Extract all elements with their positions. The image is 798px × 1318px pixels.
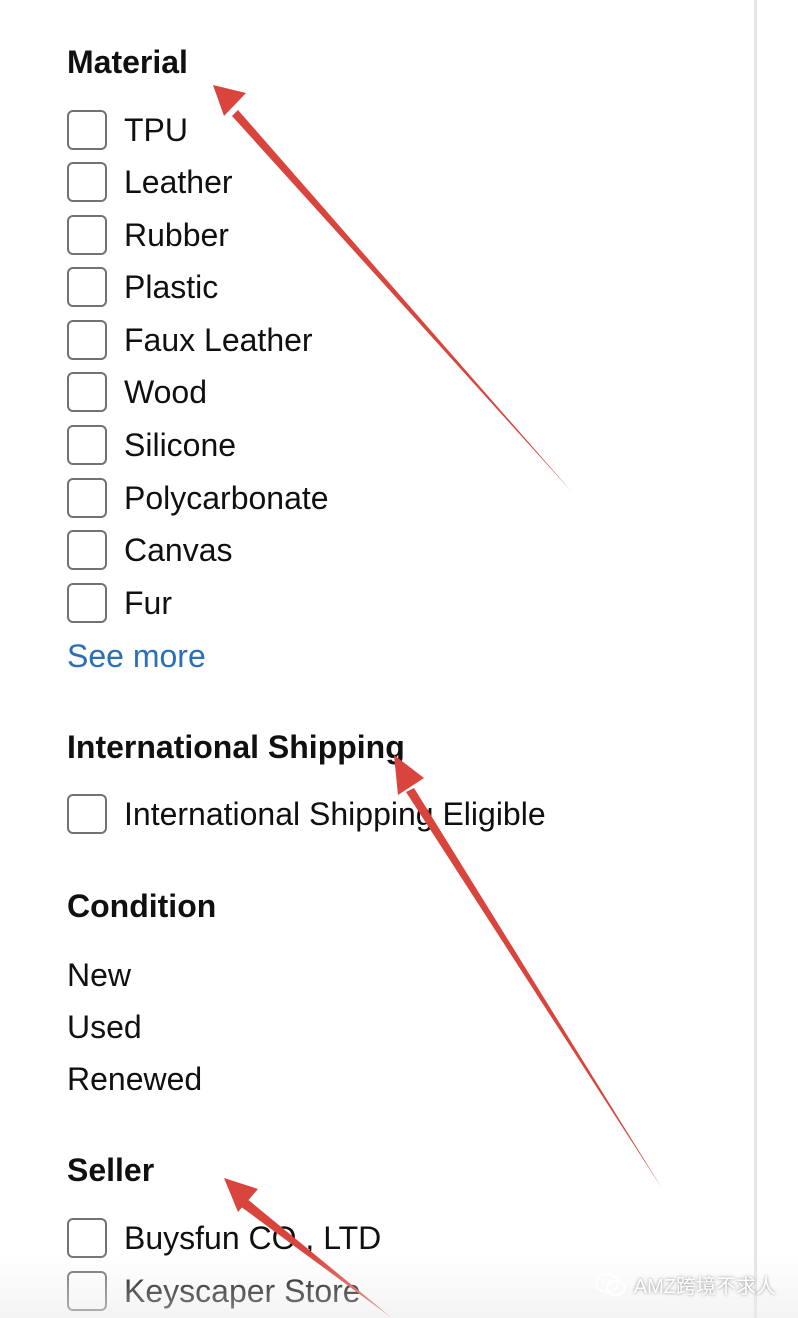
checkbox[interactable] — [67, 215, 107, 255]
option-label: Leather — [124, 164, 233, 200]
filter-option-tpu[interactable]: TPU — [67, 108, 188, 152]
filter-option-faux-leather[interactable]: Faux Leather — [67, 318, 313, 362]
checkbox[interactable] — [67, 1218, 107, 1258]
condition-link-used[interactable]: Used — [67, 1005, 142, 1049]
checkbox[interactable] — [67, 320, 107, 360]
filter-option-silicone[interactable]: Silicone — [67, 423, 236, 467]
seller-heading: Seller — [67, 1152, 155, 1188]
international-shipping-heading: International Shipping — [67, 729, 405, 765]
filter-option-keyscaper[interactable]: Keyscaper Store — [67, 1269, 361, 1313]
checkbox[interactable] — [67, 794, 107, 834]
filter-option-polycarbonate[interactable]: Polycarbonate — [67, 476, 329, 520]
condition-heading: Condition — [67, 888, 217, 924]
checkbox[interactable] — [67, 425, 107, 465]
option-label: Rubber — [124, 217, 229, 253]
checkbox[interactable] — [67, 1271, 107, 1311]
checkbox[interactable] — [67, 530, 107, 570]
see-more-link[interactable]: See more — [67, 634, 206, 678]
option-label: Plastic — [124, 269, 219, 305]
option-label: Keyscaper Store — [124, 1273, 361, 1309]
checkbox[interactable] — [67, 583, 107, 623]
annotation-arrow-material — [213, 85, 572, 492]
option-label: Buysfun CO., LTD — [124, 1220, 382, 1256]
filter-option-fur[interactable]: Fur — [67, 581, 172, 625]
panel-divider — [754, 0, 757, 1318]
checkbox[interactable] — [67, 372, 107, 412]
filter-option-leather[interactable]: Leather — [67, 160, 233, 204]
option-label: Faux Leather — [124, 322, 313, 358]
filter-option-wood[interactable]: Wood — [67, 370, 207, 414]
checkbox[interactable] — [67, 478, 107, 518]
option-label: International Shipping Eligible — [124, 796, 546, 832]
option-label: Canvas — [124, 532, 233, 568]
option-label: Wood — [124, 374, 208, 410]
watermark: AMZ跨境不求人 — [594, 1270, 776, 1299]
wechat-icon — [594, 1272, 626, 1296]
checkbox[interactable] — [67, 267, 107, 307]
condition-link-renewed[interactable]: Renewed — [67, 1057, 202, 1101]
filter-option-international-shipping-eligible[interactable]: International Shipping Eligible — [67, 792, 546, 836]
filter-option-buysfun[interactable]: Buysfun CO., LTD — [67, 1216, 381, 1260]
condition-link-new[interactable]: New — [67, 953, 131, 997]
option-label: Polycarbonate — [124, 480, 329, 516]
option-label: TPU — [124, 112, 188, 148]
filter-option-rubber[interactable]: Rubber — [67, 213, 229, 257]
filter-option-plastic[interactable]: Plastic — [67, 265, 218, 309]
option-label: Silicone — [124, 427, 237, 463]
filter-option-canvas[interactable]: Canvas — [67, 528, 233, 572]
material-heading: Material — [67, 44, 188, 80]
checkbox[interactable] — [67, 162, 107, 202]
checkbox[interactable] — [67, 110, 107, 150]
option-label: Fur — [124, 585, 172, 621]
